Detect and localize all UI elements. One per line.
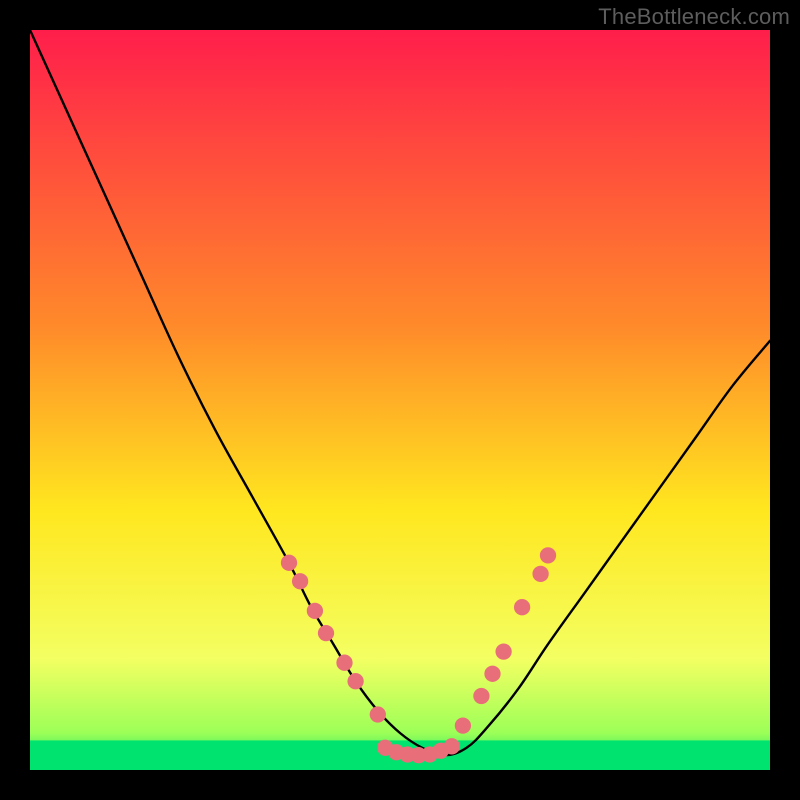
data-marker xyxy=(540,547,556,563)
data-marker xyxy=(307,603,323,619)
chart-container: TheBottleneck.com xyxy=(0,0,800,800)
data-marker xyxy=(455,717,471,733)
data-marker xyxy=(347,673,363,689)
data-marker xyxy=(495,643,511,659)
data-marker xyxy=(484,666,500,682)
data-marker xyxy=(514,599,530,615)
data-marker xyxy=(444,738,460,754)
data-marker xyxy=(336,655,352,671)
data-marker xyxy=(281,555,297,571)
watermark-text: TheBottleneck.com xyxy=(598,4,790,30)
plot-area xyxy=(30,30,770,770)
gradient-background xyxy=(30,30,770,770)
chart-svg xyxy=(30,30,770,770)
data-marker xyxy=(370,706,386,722)
data-marker xyxy=(473,688,489,704)
data-marker xyxy=(292,573,308,589)
data-marker xyxy=(318,625,334,641)
data-marker xyxy=(532,566,548,582)
